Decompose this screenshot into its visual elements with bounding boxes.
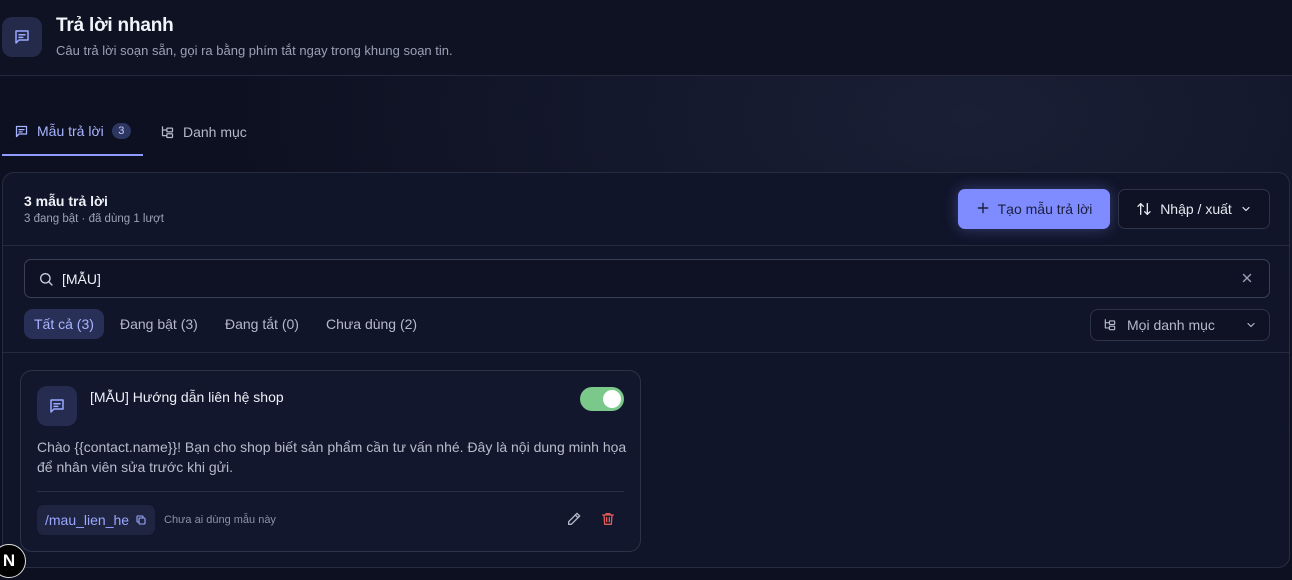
filter-disabled[interactable]: Đang tắt (0) (215, 309, 309, 339)
close-icon[interactable] (1240, 271, 1254, 285)
category-select[interactable]: Mọi danh mục (1090, 309, 1270, 341)
divider (3, 352, 1289, 353)
import-export-button[interactable]: Nhập / xuất (1118, 189, 1270, 229)
import-export-label: Nhập / xuất (1160, 201, 1232, 217)
page-title: Trả lời nhanh (56, 15, 174, 36)
template-card[interactable]: [MẪU] Hướng dẫn liên hệ shop Chào {{cont… (20, 370, 641, 552)
message-square-icon (37, 386, 77, 426)
message-square-icon (14, 124, 29, 139)
templates-panel: 3 mẫu trả lời 3 đang bật · đã dùng 1 lượ… (2, 172, 1290, 568)
plus-icon (976, 201, 990, 215)
template-usage: Chưa ai dùng mẫu này (164, 514, 276, 526)
page-header: Trả lời nhanh Câu trả lời soạn sẵn, gọi … (0, 0, 1292, 76)
message-square-icon (2, 17, 42, 57)
folder-tree-icon (160, 125, 175, 140)
template-title: [MẪU] Hướng dẫn liên hệ shop (90, 389, 284, 405)
copy-icon (135, 514, 147, 526)
shortcut-label: /mau_lien_he (45, 512, 130, 528)
pencil-icon[interactable] (566, 511, 582, 527)
tab-bar: Mẫu trả lời 3 Danh mục (2, 108, 402, 156)
folder-tree-icon (1103, 318, 1117, 332)
tab-templates[interactable]: Mẫu trả lời 3 (2, 108, 143, 156)
template-body: Chào {{contact.name}}! Bạn cho shop biết… (37, 439, 627, 475)
chevron-down-icon (1245, 319, 1257, 331)
tab-label: Mẫu trả lời (37, 123, 104, 139)
toggle-knob (603, 390, 621, 408)
filter-enabled[interactable]: Đang bật (3) (110, 309, 208, 339)
page-subtitle: Câu trả lời soạn sẵn, gọi ra bằng phím t… (56, 43, 453, 58)
templates-count-summary: 3 đang bật · đã dùng 1 lượt (24, 213, 164, 225)
panel-header: 3 mẫu trả lời 3 đang bật · đã dùng 1 lượ… (3, 173, 1289, 246)
filter-unused[interactable]: Chưa dùng (2) (316, 309, 427, 339)
create-template-label: Tạo mẫu trả lời (997, 201, 1093, 217)
tab-categories[interactable]: Danh mục (148, 108, 259, 156)
templates-count-title: 3 mẫu trả lời (24, 193, 108, 209)
badge-letter: N (2, 551, 16, 570)
tab-count-badge: 3 (111, 123, 131, 139)
divider (37, 491, 624, 492)
template-shortcut[interactable]: /mau_lien_he (37, 505, 156, 535)
arrow-up-down-icon (1136, 201, 1152, 217)
search-value: [MẪU] (62, 271, 101, 287)
create-template-button[interactable]: Tạo mẫu trả lời (958, 189, 1110, 229)
trash-icon[interactable] (600, 511, 616, 527)
search-input[interactable]: [MẪU] (24, 259, 1270, 298)
chevron-down-icon (1240, 203, 1252, 215)
template-enabled-toggle[interactable] (580, 387, 624, 411)
tab-label: Danh mục (183, 124, 247, 140)
filter-all[interactable]: Tất cả (3) (24, 309, 104, 339)
search-icon (38, 271, 54, 287)
category-select-value: Mọi danh mục (1127, 317, 1215, 333)
